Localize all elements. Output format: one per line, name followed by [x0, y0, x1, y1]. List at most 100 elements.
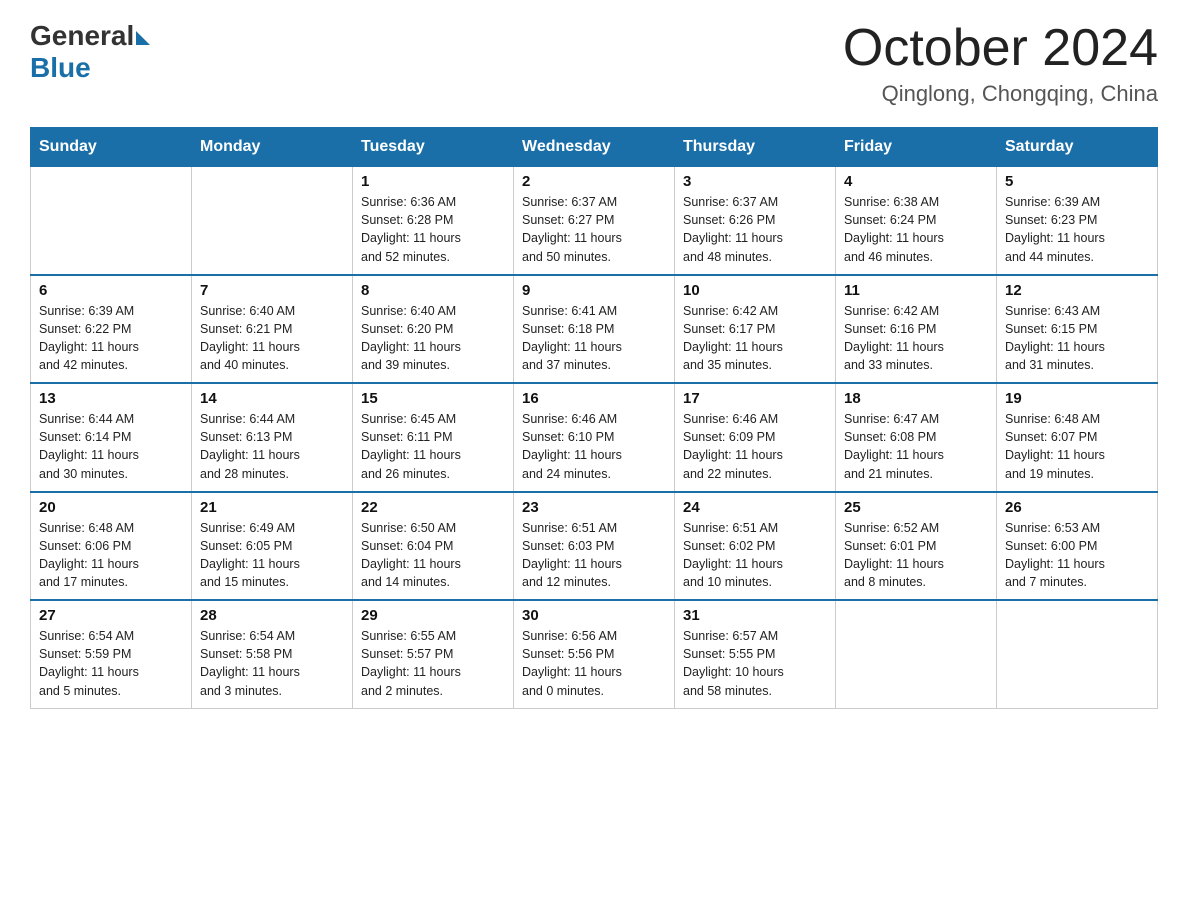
day-info: Sunrise: 6:39 AM Sunset: 6:23 PM Dayligh… — [1005, 193, 1149, 266]
calendar-cell: 29 Sunrise: 6:55 AM Sunset: 5:57 PM Dayli… — [353, 600, 514, 708]
day-number: 31 — [683, 607, 827, 624]
day-info: Sunrise: 6:37 AM Sunset: 6:26 PM Dayligh… — [683, 193, 827, 266]
calendar-cell: 21Sunrise: 6:49 AM Sunset: 6:05 PM Dayli… — [192, 492, 353, 601]
day-number: 11 — [844, 282, 988, 299]
day-info: Sunrise: 6:41 AM Sunset: 6:18 PM Dayligh… — [522, 302, 666, 375]
day-info: Sunrise: 6:54 AM Sunset: 5:59 PM Dayligh… — [39, 627, 183, 700]
calendar-week-row: 6 Sunrise: 6:39 AM Sunset: 6:22 PM Daylig… — [31, 275, 1158, 384]
calendar-cell — [836, 600, 997, 708]
day-info: Sunrise: 6:43 AM Sunset: 6:15 PM Dayligh… — [1005, 302, 1149, 375]
day-info: Sunrise: 6:54 AM Sunset: 5:58 PM Dayligh… — [200, 627, 344, 700]
calendar-cell: 14 Sunrise: 6:44 AM Sunset: 6:13 PM Dayli… — [192, 383, 353, 492]
day-info: Sunrise: 6:39 AM Sunset: 6:22 PM Dayligh… — [39, 302, 183, 375]
logo-general-text: General — [30, 20, 134, 52]
day-info: Sunrise: 6:51 AM Sunset: 6:03 PM Dayligh… — [522, 519, 666, 592]
logo-triangle-icon — [136, 31, 150, 45]
day-number: 24 — [683, 499, 827, 516]
calendar-cell: 10 Sunrise: 6:42 AM Sunset: 6:17 PM Dayli… — [675, 275, 836, 384]
calendar-cell: 20 Sunrise: 6:48 AM Sunset: 6:06 PM Dayli… — [31, 492, 192, 601]
calendar-cell: 16 Sunrise: 6:46 AM Sunset: 6:10 PM Dayli… — [514, 383, 675, 492]
calendar-cell: 26 Sunrise: 6:53 AM Sunset: 6:00 PM Dayli… — [997, 492, 1158, 601]
day-info: Sunrise: 6:45 AM Sunset: 6:11 PM Dayligh… — [361, 410, 505, 483]
month-title: October 2024 — [843, 20, 1158, 77]
day-info: Sunrise: 6:51 AM Sunset: 6:02 PM Dayligh… — [683, 519, 827, 592]
calendar-cell: 19 Sunrise: 6:48 AM Sunset: 6:07 PM Dayli… — [997, 383, 1158, 492]
calendar-cell: 24 Sunrise: 6:51 AM Sunset: 6:02 PM Dayli… — [675, 492, 836, 601]
day-number: 15 — [361, 390, 505, 407]
calendar-cell: 3 Sunrise: 6:37 AM Sunset: 6:26 PM Daylig… — [675, 167, 836, 275]
calendar-cell: 23 Sunrise: 6:51 AM Sunset: 6:03 PM Dayli… — [514, 492, 675, 601]
calendar-cell: 15 Sunrise: 6:45 AM Sunset: 6:11 PM Dayli… — [353, 383, 514, 492]
header-thursday: Thursday — [675, 128, 836, 167]
calendar-week-row: 1Sunrise: 6:36 AM Sunset: 6:28 PM Daylig… — [31, 167, 1158, 275]
day-number: 13 — [39, 390, 183, 407]
calendar-cell: 31 Sunrise: 6:57 AM Sunset: 5:55 PM Dayli… — [675, 600, 836, 708]
calendar-cell: 13 Sunrise: 6:44 AM Sunset: 6:14 PM Dayli… — [31, 383, 192, 492]
day-info: Sunrise: 6:50 AM Sunset: 6:04 PM Dayligh… — [361, 519, 505, 592]
calendar-cell: 27 Sunrise: 6:54 AM Sunset: 5:59 PM Dayli… — [31, 600, 192, 708]
day-info: Sunrise: 6:46 AM Sunset: 6:10 PM Dayligh… — [522, 410, 666, 483]
calendar-cell: 7 Sunrise: 6:40 AM Sunset: 6:21 PM Daylig… — [192, 275, 353, 384]
day-number: 20 — [39, 499, 183, 516]
day-number: 14 — [200, 390, 344, 407]
day-number: 12 — [1005, 282, 1149, 299]
logo-blue-text: Blue — [30, 52, 91, 84]
header-tuesday: Tuesday — [353, 128, 514, 167]
day-info: Sunrise: 6:44 AM Sunset: 6:13 PM Dayligh… — [200, 410, 344, 483]
calendar-cell: 22 Sunrise: 6:50 AM Sunset: 6:04 PM Dayli… — [353, 492, 514, 601]
day-info: Sunrise: 6:48 AM Sunset: 6:06 PM Dayligh… — [39, 519, 183, 592]
day-info: Sunrise: 6:44 AM Sunset: 6:14 PM Dayligh… — [39, 410, 183, 483]
calendar-cell — [192, 167, 353, 275]
calendar-week-row: 27 Sunrise: 6:54 AM Sunset: 5:59 PM Dayli… — [31, 600, 1158, 708]
day-number: 16 — [522, 390, 666, 407]
calendar-cell: 17 Sunrise: 6:46 AM Sunset: 6:09 PM Dayli… — [675, 383, 836, 492]
day-info: Sunrise: 6:38 AM Sunset: 6:24 PM Dayligh… — [844, 193, 988, 266]
day-info: Sunrise: 6:42 AM Sunset: 6:16 PM Dayligh… — [844, 302, 988, 375]
calendar-header-row: SundayMondayTuesdayWednesdayThursdayFrid… — [31, 128, 1158, 167]
day-info: Sunrise: 6:53 AM Sunset: 6:00 PM Dayligh… — [1005, 519, 1149, 592]
day-number: 26 — [1005, 499, 1149, 516]
day-info: Sunrise: 6:40 AM Sunset: 6:21 PM Dayligh… — [200, 302, 344, 375]
calendar-cell — [997, 600, 1158, 708]
day-info: Sunrise: 6:55 AM Sunset: 5:57 PM Dayligh… — [361, 627, 505, 700]
day-number: 3 — [683, 173, 827, 190]
day-number: 29 — [361, 607, 505, 624]
day-number: 22 — [361, 499, 505, 516]
day-info: Sunrise: 6:48 AM Sunset: 6:07 PM Dayligh… — [1005, 410, 1149, 483]
calendar-cell: 2Sunrise: 6:37 AM Sunset: 6:27 PM Daylig… — [514, 167, 675, 275]
calendar-cell: 1Sunrise: 6:36 AM Sunset: 6:28 PM Daylig… — [353, 167, 514, 275]
day-info: Sunrise: 6:36 AM Sunset: 6:28 PM Dayligh… — [361, 193, 505, 266]
day-number: 9 — [522, 282, 666, 299]
day-number: 5 — [1005, 173, 1149, 190]
calendar-cell: 8Sunrise: 6:40 AM Sunset: 6:20 PM Daylig… — [353, 275, 514, 384]
day-number: 21 — [200, 499, 344, 516]
calendar-table: SundayMondayTuesdayWednesdayThursdayFrid… — [30, 127, 1158, 709]
day-number: 30 — [522, 607, 666, 624]
calendar-cell: 18Sunrise: 6:47 AM Sunset: 6:08 PM Dayli… — [836, 383, 997, 492]
day-info: Sunrise: 6:56 AM Sunset: 5:56 PM Dayligh… — [522, 627, 666, 700]
day-info: Sunrise: 6:42 AM Sunset: 6:17 PM Dayligh… — [683, 302, 827, 375]
header-monday: Monday — [192, 128, 353, 167]
day-number: 10 — [683, 282, 827, 299]
day-number: 7 — [200, 282, 344, 299]
day-number: 18 — [844, 390, 988, 407]
page-header: General Blue October 2024 Qinglong, Chon… — [30, 20, 1158, 107]
title-block: October 2024 Qinglong, Chongqing, China — [843, 20, 1158, 107]
day-number: 17 — [683, 390, 827, 407]
day-number: 27 — [39, 607, 183, 624]
day-info: Sunrise: 6:40 AM Sunset: 6:20 PM Dayligh… — [361, 302, 505, 375]
calendar-cell: 28Sunrise: 6:54 AM Sunset: 5:58 PM Dayli… — [192, 600, 353, 708]
calendar-cell: 12 Sunrise: 6:43 AM Sunset: 6:15 PM Dayli… — [997, 275, 1158, 384]
calendar-cell: 4Sunrise: 6:38 AM Sunset: 6:24 PM Daylig… — [836, 167, 997, 275]
day-number: 23 — [522, 499, 666, 516]
calendar-week-row: 13 Sunrise: 6:44 AM Sunset: 6:14 PM Dayli… — [31, 383, 1158, 492]
day-number: 19 — [1005, 390, 1149, 407]
day-info: Sunrise: 6:57 AM Sunset: 5:55 PM Dayligh… — [683, 627, 827, 700]
calendar-cell: 30 Sunrise: 6:56 AM Sunset: 5:56 PM Dayli… — [514, 600, 675, 708]
day-number: 25 — [844, 499, 988, 516]
day-number: 6 — [39, 282, 183, 299]
calendar-cell: 25Sunrise: 6:52 AM Sunset: 6:01 PM Dayli… — [836, 492, 997, 601]
calendar-cell: 9 Sunrise: 6:41 AM Sunset: 6:18 PM Daylig… — [514, 275, 675, 384]
day-info: Sunrise: 6:46 AM Sunset: 6:09 PM Dayligh… — [683, 410, 827, 483]
header-friday: Friday — [836, 128, 997, 167]
